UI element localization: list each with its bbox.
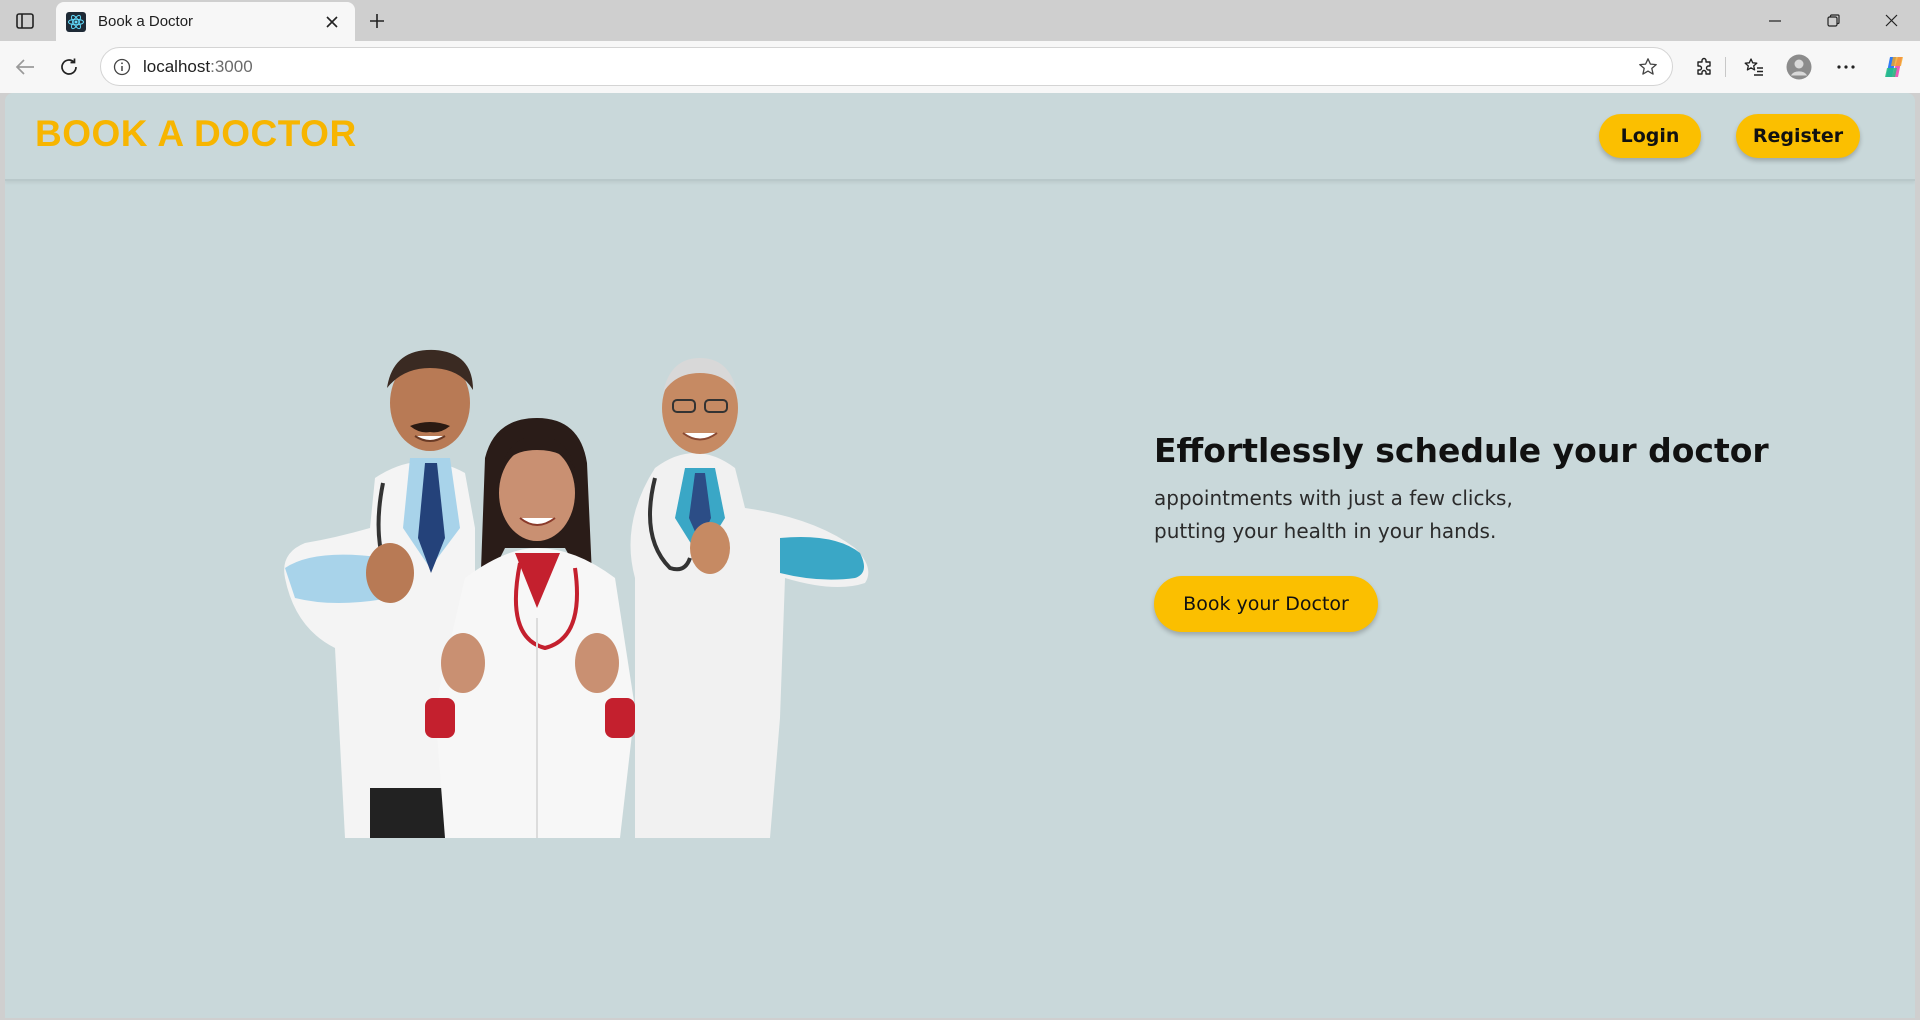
more-options-icon[interactable]	[1832, 53, 1860, 81]
hero-text: Effortlessly schedule your doctor appoin…	[1154, 431, 1854, 548]
restore-icon[interactable]	[1804, 0, 1862, 41]
favorites-list-icon[interactable]	[1740, 53, 1768, 81]
address-bar[interactable]: localhost:3000	[100, 47, 1673, 86]
back-arrow-icon[interactable]	[12, 54, 38, 80]
close-window-icon[interactable]	[1862, 0, 1920, 41]
extensions-puzzle-icon[interactable]	[1690, 53, 1718, 81]
browser-toolbar: localhost:3000	[0, 41, 1920, 93]
url-port: :3000	[210, 56, 253, 76]
hero-subtitle-line-1: appointments with just a few clicks,	[1154, 486, 1513, 510]
new-tab-icon[interactable]	[364, 8, 390, 34]
hero-title: Effortlessly schedule your doctor	[1154, 431, 1769, 470]
favorite-star-icon[interactable]	[1636, 55, 1660, 79]
doctors-illustration	[275, 318, 875, 838]
brand-logo-text[interactable]: BOOK A DOCTOR	[35, 113, 357, 155]
url-text[interactable]: localhost:3000	[143, 57, 1636, 77]
doctor-right-figure	[630, 358, 869, 838]
copilot-icon[interactable]	[1880, 53, 1908, 81]
browser-tab-strip: Book a Doctor	[0, 0, 1920, 41]
register-button[interactable]: Register	[1736, 114, 1860, 158]
login-button[interactable]: Login	[1599, 114, 1701, 158]
tab-title: Book a Doctor	[98, 13, 194, 30]
close-tab-icon[interactable]	[321, 11, 343, 33]
url-host: localhost	[143, 56, 211, 76]
reload-icon[interactable]	[56, 54, 82, 80]
react-logo-icon	[66, 11, 86, 32]
browser-tab-active[interactable]: Book a Doctor	[56, 2, 355, 41]
site-header: BOOK A DOCTOR Login Register	[5, 93, 1915, 181]
profile-avatar-icon[interactable]	[1785, 53, 1813, 81]
page-viewport: BOOK A DOCTOR Login Register Effortlessl…	[5, 93, 1915, 1018]
minimize-icon[interactable]	[1746, 0, 1804, 41]
toolbar-divider	[1725, 57, 1726, 77]
book-your-doctor-button[interactable]: Book your Doctor	[1154, 576, 1378, 632]
tab-actions-icon[interactable]	[12, 9, 38, 33]
site-info-icon[interactable]	[111, 56, 133, 78]
window-controls	[1746, 0, 1920, 41]
hero-subtitle-line-2: putting your health in your hands.	[1154, 519, 1497, 543]
hero-subtitle: appointments with just a few clicks, put…	[1154, 482, 1854, 548]
